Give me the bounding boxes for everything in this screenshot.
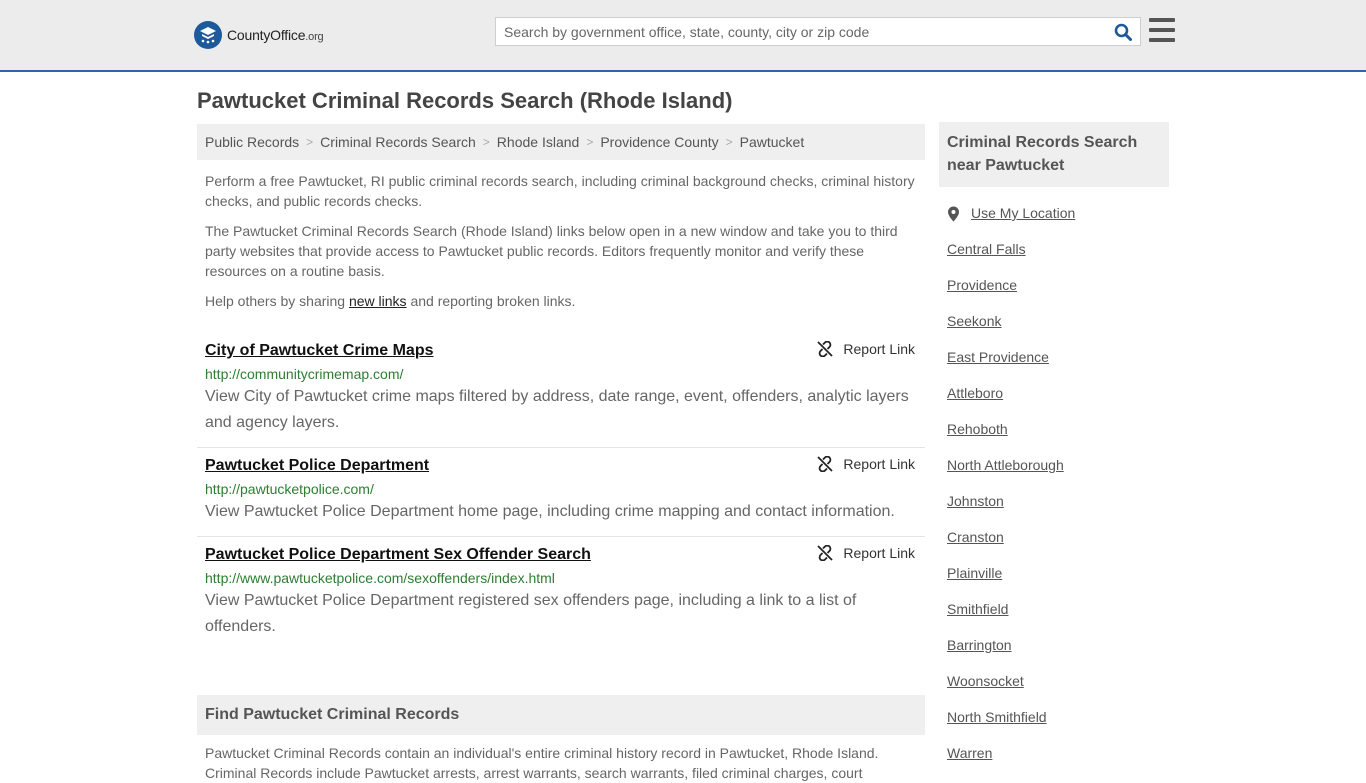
nearby-place-item: Central Falls [947,241,1169,277]
intro-paragraph: The Pawtucket Criminal Records Search (R… [205,223,898,279]
sidebar-heading: Criminal Records Search near Pawtucket [939,122,1169,187]
site-header: CountyOffice.org [0,0,1366,72]
report-link-label: Report Link [843,456,915,472]
intro-paragraph: Perform a free Pawtucket, RI public crim… [205,173,915,209]
report-link-button[interactable]: Report Link [817,341,915,357]
nearby-place-item: North Attleborough [947,457,1169,493]
result-description: View Pawtucket Police Department home pa… [205,503,895,520]
result-title-link[interactable]: City of Pawtucket Crime Maps [205,341,434,361]
page-title: Pawtucket Criminal Records Search (Rhode… [197,88,733,113]
nearby-place-link[interactable]: Barrington [947,637,1012,653]
search-input[interactable] [496,18,1106,45]
breadcrumb-criminal-records-search[interactable]: Criminal Records Search [320,134,476,150]
nearby-place-item: Warren [947,745,1169,781]
search-icon [1114,23,1132,41]
breadcrumb-providence-county[interactable]: Providence County [600,134,718,150]
report-link-label: Report Link [843,341,915,357]
breadcrumb-rhode-island[interactable]: Rhode Island [497,134,580,150]
nearby-place-link[interactable]: Warren [947,745,992,761]
nearby-place-item: Woonsocket [947,673,1169,709]
nearby-place-item: Barrington [947,637,1169,673]
nearby-place-link[interactable]: North Attleborough [947,457,1064,473]
nearby-place-link[interactable]: Plainville [947,565,1002,581]
nearby-place-item: East Providence [947,349,1169,385]
nearby-place-link[interactable]: Smithfield [947,601,1008,617]
nearby-place-item: Cranston [947,529,1169,565]
report-link-button[interactable]: Report Link [817,456,915,472]
result-title-link[interactable]: Pawtucket Police Department Sex Offender… [205,545,591,565]
nearby-place-link[interactable]: Central Falls [947,241,1026,257]
nearby-place-link[interactable]: East Providence [947,349,1049,365]
result-url: http://www.pawtucketpolice.com/sexoffend… [205,570,555,586]
nearby-place-item: Seekonk [947,313,1169,349]
result-item: City of Pawtucket Crime Maps Report Link… [197,333,925,448]
intro-text: Perform a free Pawtucket, RI public crim… [197,171,925,311]
result-item: Pawtucket Police Department Report Link … [197,448,925,537]
new-links-link[interactable]: new links [349,293,407,309]
find-records-text: Pawtucket Criminal Records contain an in… [205,745,879,781]
nearby-place-item: Rehoboth [947,421,1169,457]
breadcrumb: Public Records > Criminal Records Search… [197,124,925,160]
sidebar: Criminal Records Search near Pawtucket U… [939,122,1169,781]
nearby-place-link[interactable]: Woonsocket [947,673,1024,689]
nearby-place-item: Johnston [947,493,1169,529]
logo-badge-icon [194,21,222,49]
nearby-place-link[interactable]: Rehoboth [947,421,1008,437]
report-link-label: Report Link [843,545,915,561]
use-my-location-link[interactable]: Use My Location [971,205,1075,221]
breadcrumb-pawtucket[interactable]: Pawtucket [740,134,805,150]
result-item: Pawtucket Police Department Sex Offender… [197,537,925,651]
nearby-place-item: Plainville [947,565,1169,601]
logo-text: CountyOffice.org [227,27,324,43]
report-link-button[interactable]: Report Link [817,545,915,561]
search-button[interactable] [1106,18,1140,45]
nearby-place-item: North Smithfield [947,709,1169,745]
search-box [495,17,1141,46]
share-links-paragraph: Help others by sharing new links and rep… [205,293,576,309]
results-list: City of Pawtucket Crime Maps Report Link… [197,333,925,651]
nearby-place-item: Providence [947,277,1169,313]
breadcrumb-separator: > [306,135,314,149]
site-logo[interactable]: CountyOffice.org [194,20,324,50]
result-description: View City of Pawtucket crime maps filter… [205,388,909,431]
nearby-place-link[interactable]: Johnston [947,493,1004,509]
hamburger-menu-icon[interactable] [1149,18,1175,42]
result-url: http://communitycrimemap.com/ [205,366,404,382]
breadcrumb-public-records[interactable]: Public Records [205,134,299,150]
nearby-place-item: Attleboro [947,385,1169,421]
breadcrumb-separator: > [725,135,733,149]
breadcrumb-separator: > [482,135,490,149]
result-url: http://pawtucketpolice.com/ [205,481,374,497]
result-title-link[interactable]: Pawtucket Police Department [205,456,429,476]
breadcrumb-separator: > [586,135,594,149]
nearby-place-link[interactable]: Providence [947,277,1017,293]
nearby-place-link[interactable]: Attleboro [947,385,1003,401]
nearby-place-link[interactable]: Seekonk [947,313,1001,329]
nearby-place-link[interactable]: North Smithfield [947,709,1047,725]
nearby-place-item: Smithfield [947,601,1169,637]
broken-link-icon [817,341,834,357]
find-records-heading: Find Pawtucket Criminal Records [197,695,925,735]
broken-link-icon [817,456,834,472]
map-pin-icon [948,206,959,222]
main-content: Public Records > Criminal Records Search… [197,124,925,783]
result-description: View Pawtucket Police Department registe… [205,592,857,635]
nearby-place-link[interactable]: Cranston [947,529,1004,545]
use-location-item: Use My Location [947,205,1169,241]
nearby-places-list: Use My Location Central Falls Providence… [939,205,1169,781]
broken-link-icon [817,545,834,561]
